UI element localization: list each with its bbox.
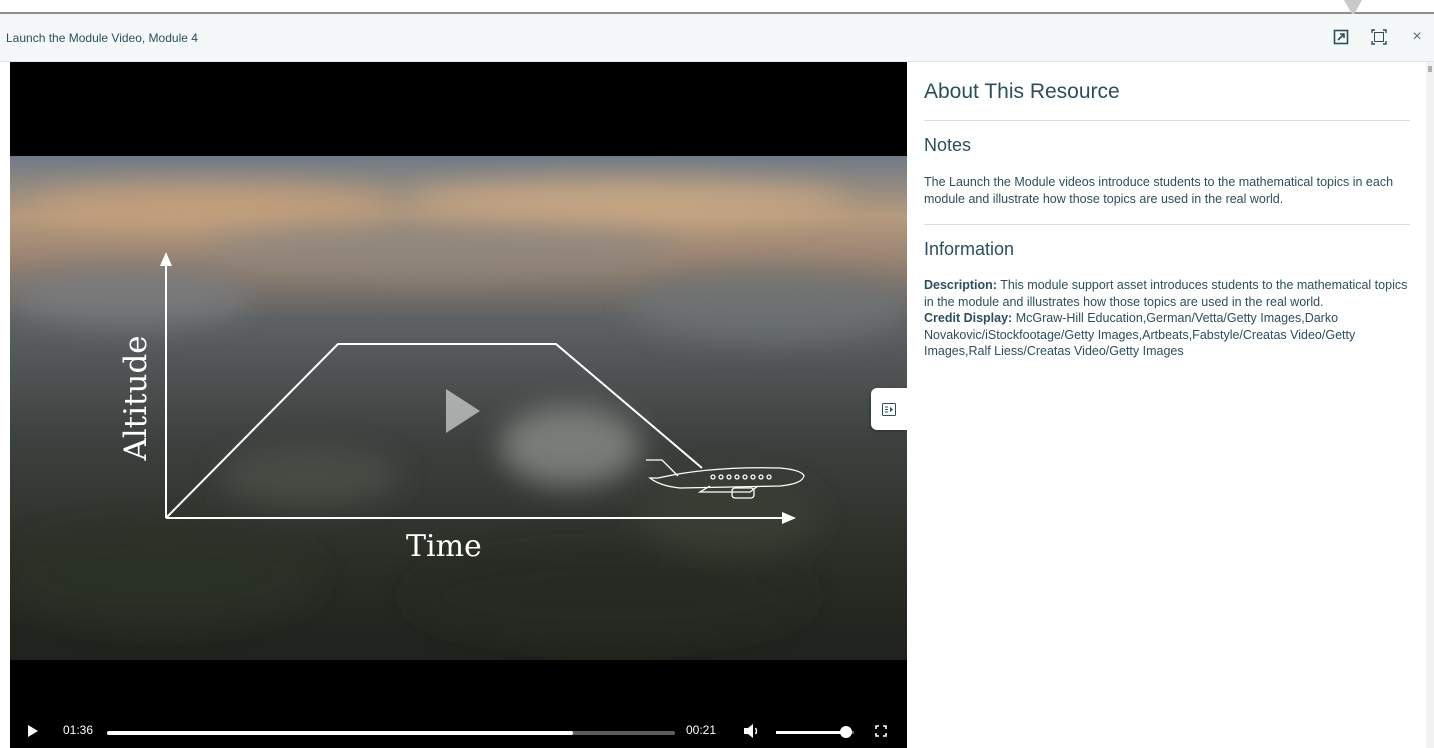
x-axis-label: Time [406,529,482,564]
panel-toggle-button[interactable] [871,388,907,430]
modal-titlebar: Launch the Module Video, Module 4 × [0,14,1434,62]
fullscreen-toggle-icon[interactable] [875,725,887,737]
divider [924,120,1410,121]
description-text: This module support asset introduces stu… [924,278,1408,309]
video-player[interactable]: Altitude Time 01:36 00:21 [10,62,907,748]
remaining-time: 00:21 [686,723,717,737]
volume-knob[interactable] [840,726,853,738]
transcript-panel-icon [882,402,896,416]
resource-info-panel: About This Resource Notes The Launch the… [907,62,1426,748]
notes-heading: Notes [924,135,972,155]
modal-title: Launch the Module Video, Module 4 [6,31,198,45]
elapsed-time: 01:36 [63,723,94,737]
divider [924,224,1410,225]
play-overlay-icon[interactable] [446,389,480,433]
seek-bar[interactable] [107,731,675,735]
open-new-window-button[interactable] [1330,26,1352,48]
credit-label: Credit Display: [924,311,1013,325]
notes-text: The Launch the Module videos introduce s… [924,175,1394,206]
description-block: Description: This module support asset i… [924,277,1408,360]
volume-level [776,731,847,734]
external-link-icon [1333,29,1349,45]
fullscreen-button[interactable] [1368,26,1390,48]
information-heading: Information [924,239,1015,259]
close-button[interactable]: × [1408,26,1426,48]
volume-icon[interactable] [743,723,761,739]
y-axis-label: Altitude [118,335,154,461]
panel-scrollbar[interactable] [1426,62,1434,748]
expand-icon [1371,29,1387,45]
volume-slider[interactable] [776,726,854,738]
seek-bar-progress [107,731,573,735]
player-controls: 01:36 00:21 [10,712,907,748]
play-button[interactable] [28,725,38,737]
scroll-up-arrow[interactable] [1428,66,1432,72]
description-label: Description: [924,278,997,292]
panel-heading: About This Resource [924,80,1120,103]
